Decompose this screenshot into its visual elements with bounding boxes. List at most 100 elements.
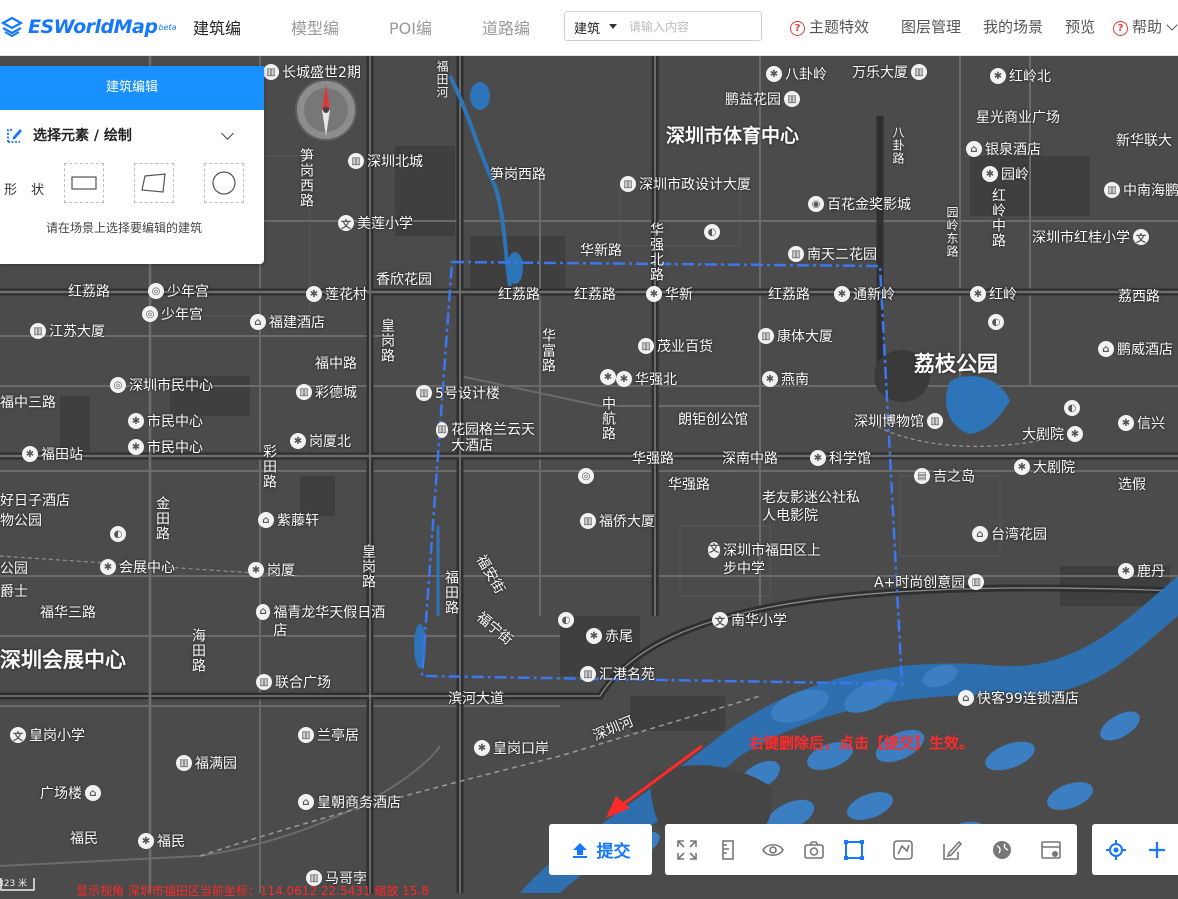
layer-settings-icon[interactable] [1038,837,1064,863]
tab-building-edit[interactable]: 建筑编 [193,15,241,39]
poi-mall[interactable]: ▤ 吉之岛 [914,466,975,486]
poi-school[interactable]: 文皇岗小学 [10,725,85,745]
submit-button[interactable]: 提交 [549,824,652,875]
eye-icon[interactable] [760,837,786,863]
poi-metro[interactable]: ✱ 大剧院 [1014,457,1075,477]
poi-metro[interactable]: ✱ 红岭 [970,284,1017,304]
poi-metro[interactable]: ✱ 信兴 [1118,413,1165,433]
poi-place[interactable]: 爵士 [0,581,28,601]
poi-place[interactable]: ⌂ 紫藤轩 [258,510,319,530]
poi-hotel[interactable]: ⌂ 鹏威酒店 [1098,339,1173,359]
poi-metro[interactable]: ✱ 通新岭 [834,284,895,304]
poi-cinema[interactable]: 老友影迷公社私人电影院 [762,489,862,525]
poi-building[interactable]: ▥ 5号设计楼 [416,383,500,403]
poi-place[interactable]: 新华联大 [1116,130,1172,150]
poi-metro[interactable]: ✱ 福民 [138,831,185,851]
poi-hotel[interactable]: ⌂ 皇朝商务酒店 [298,792,401,812]
poi-building[interactable]: 鹏益花园 ▥ [725,89,803,109]
poi-school[interactable]: 文深圳市福田区上步中学 [708,542,828,578]
poi-metro[interactable]: ✱ 科学馆 [810,448,871,468]
poi-place[interactable]: 星光商业广场 [976,107,1060,127]
poi-metro[interactable]: ✱ 园岭 [982,164,1029,184]
shape-polygon-button[interactable] [134,163,174,203]
poi-place[interactable]: 公园 [0,558,28,578]
shape-circle-button[interactable] [204,163,244,203]
zoom-in-icon[interactable] [1144,837,1170,863]
poi-place[interactable]: 香欣花园 [376,269,432,289]
poi-place[interactable]: ◎ 少年宫 [142,304,203,324]
search-input[interactable] [627,16,761,38]
search-type-select[interactable]: 建筑 [574,18,600,37]
poi-place[interactable]: ◎ 少年宫 [148,281,209,301]
chevron-down-icon[interactable] [221,127,234,140]
poi-school[interactable]: 文美莲小学 [338,213,413,233]
poi-place[interactable]: 物公园 [0,510,42,530]
locate-icon[interactable] [1103,837,1129,863]
poi-building[interactable]: ▥ 兰亭居 [298,725,359,745]
poi-bank[interactable]: ◐ [988,314,1007,330]
poi-building[interactable]: A+时尚创意园 ▥ [874,572,987,592]
poi-place[interactable]: 福民 [70,828,98,848]
poi-building[interactable]: ▥ 深圳北城 [348,151,423,171]
polygon-edit-icon[interactable] [890,837,916,863]
poi-building[interactable]: ▥ 福满园 [176,753,237,773]
poi-metro[interactable]: ✱ 市民中心 [128,411,203,431]
help-link[interactable]: ? 帮助 [1113,16,1178,37]
poi-bank[interactable]: ◐ [704,224,723,240]
poi-place[interactable]: 好日子酒店 [0,490,70,510]
camera-icon[interactable] [801,837,827,863]
poi-metro[interactable]: ✱ 华强北 [616,369,677,389]
poi-metro[interactable]: ✱ 岗厦 [248,560,295,580]
poi-metro[interactable]: ✱ 莲花村 [306,284,367,304]
poi-place[interactable]: 选假 [1118,474,1146,494]
my-scenes-link[interactable]: 我的场景 [983,16,1043,37]
poi-metro[interactable]: ✱ 八卦岭 [766,64,827,84]
poi-metro[interactable]: ✱ [600,369,619,385]
poi-building[interactable]: ▥ 南天二花园 [788,244,877,264]
poi-metro[interactable]: ✱ 福田站 [22,444,83,464]
select-draw-toggle[interactable]: 选择元素 / 绘制 [6,125,132,145]
app-logo[interactable]: ESWorldMap beta [0,12,177,42]
note-edit-icon[interactable] [939,837,965,863]
ruler-icon[interactable] [715,837,741,863]
poi-hotel[interactable]: ⌂ 快客99连锁酒店 [958,688,1079,708]
compass-icon[interactable] [294,78,358,142]
poi-place[interactable]: ⌂ 台湾花园 [972,524,1047,544]
poi-hotel[interactable]: ⌂ 福青龙华天假日酒店 [256,604,386,640]
poi-building[interactable]: ▥中南海鹏酒 [1104,180,1178,200]
tab-road-edit[interactable]: 道路编 [482,15,530,39]
preview-link[interactable]: 预览 [1065,16,1095,37]
poi-theater[interactable]: 大剧院 ✱ [1022,424,1086,444]
poi-metro[interactable]: ✱ 岗厦北 [290,431,351,451]
poi-metro[interactable]: ✱ 赤尾 [586,626,633,646]
tab-model-edit[interactable]: 模型编 [291,15,339,39]
poi-hotel[interactable]: ⌂ 银泉酒店 [966,139,1041,159]
poi-building[interactable]: ▥ 联合广场 [256,672,331,692]
poi-place[interactable]: ◎ [578,468,597,484]
poi-metro[interactable]: ✱ 皇岗口岸 [474,738,549,758]
poi-place[interactable]: 荔西路 [1118,286,1160,306]
poi-bank[interactable]: ◐ [1064,400,1083,416]
poi-building[interactable]: ▥ 汇港名苑 [580,664,655,684]
poi-school[interactable]: 深圳市红桂小学文 [1032,227,1152,247]
poi-museum[interactable]: 深圳博物馆 ▥ [854,411,946,431]
poi-place[interactable]: ◎ 深圳市民中心 [110,375,213,395]
poi-cinema[interactable]: ◉ 百花金奖影城 [808,194,911,214]
poi-building[interactable]: 万乐大厦 ▥ [852,62,930,82]
poi-building[interactable]: ▥ 康体大厦 [758,326,833,346]
poi-bank[interactable]: ◐ [558,612,577,628]
poi-building[interactable]: ▥ 福侨大厦 [580,511,655,531]
poi-building[interactable]: ▥ 深圳市政设计大厦 [620,174,751,194]
poi-hotel[interactable]: ⌂ 福建酒店 [250,312,325,332]
poi-school[interactable]: 文南华小学 [712,610,787,630]
poi-metro[interactable]: ✱ 会展中心 [100,557,175,577]
chevron-down-icon[interactable] [609,24,617,29]
tab-poi-edit[interactable]: POI编 [389,15,432,39]
poi-place[interactable]: 朗钜创公馆 [678,409,748,429]
poi-bank[interactable]: ◐ [110,526,129,542]
globe-icon[interactable] [989,837,1015,863]
select-rect-icon[interactable] [841,837,867,863]
poi-building[interactable]: ▥ 彩德城 [296,382,357,402]
poi-building[interactable]: ▥ 茂业百货 [638,336,713,356]
fullscreen-icon[interactable] [674,837,700,863]
